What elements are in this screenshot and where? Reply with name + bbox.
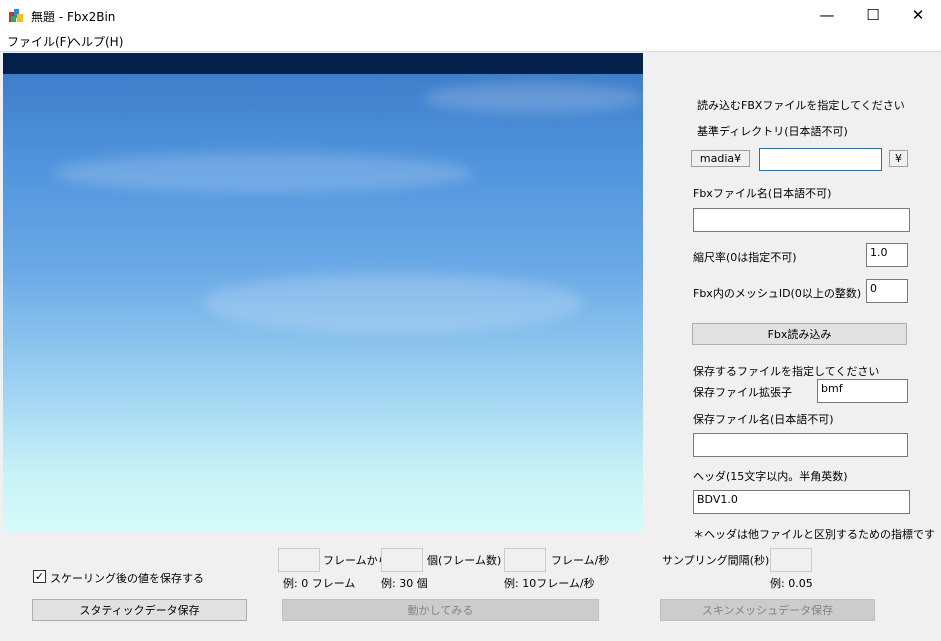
example-sampling: 例: 0.05 xyxy=(770,577,813,590)
app-icon xyxy=(9,9,23,22)
viewport-top-band xyxy=(3,53,643,74)
skin-save-button[interactable]: スキンメッシュデータ保存 xyxy=(660,599,875,621)
sampling-label: サンプリング間隔(秒) xyxy=(662,554,770,567)
minimize-icon: — xyxy=(819,6,835,24)
frame-count-label: 個(フレーム数) xyxy=(427,554,502,567)
save-name-input[interactable] xyxy=(693,433,908,457)
title-bar xyxy=(0,0,941,30)
fbx-name-input[interactable] xyxy=(693,208,910,232)
sampling-input[interactable] xyxy=(770,548,812,572)
fbx-name-label: Fbxファイル名(日本語不可) xyxy=(693,187,832,200)
ext-input[interactable]: bmf xyxy=(817,379,908,403)
scaling-checkbox[interactable]: ✓ xyxy=(33,570,46,583)
base-dir-suffix: ¥ xyxy=(889,150,908,167)
mesh-id-input[interactable]: 0 xyxy=(866,279,908,303)
render-viewport[interactable] xyxy=(3,53,643,532)
example-fps: 例: 10フレーム/秒 xyxy=(504,577,595,590)
fps-label: フレーム/秒 xyxy=(551,554,610,567)
scale-input[interactable]: 1.0 xyxy=(866,243,908,267)
frame-from-input[interactable] xyxy=(278,548,320,572)
base-dir-prefix: madia¥ xyxy=(691,150,750,167)
minimize-button[interactable]: — xyxy=(804,0,850,30)
save-heading: 保存するファイルを指定してください xyxy=(693,365,880,378)
maximize-icon: ☐ xyxy=(866,6,880,24)
ext-label: 保存ファイル拡張子 xyxy=(693,386,792,399)
menu-help[interactable]: ヘルプ(H) xyxy=(69,33,123,50)
base-dir-input[interactable] xyxy=(759,148,882,171)
close-button[interactable]: ✕ xyxy=(895,0,941,30)
fps-input[interactable] xyxy=(504,548,546,572)
close-icon: ✕ xyxy=(911,6,925,24)
static-save-button[interactable]: スタティックデータ保存 xyxy=(32,599,247,621)
fbx-load-button[interactable]: Fbx読み込み xyxy=(692,323,907,345)
header-label: ヘッダ(15文字以内。半角英数) xyxy=(693,470,848,483)
load-heading: 読み込むFBXファイルを指定してください xyxy=(697,99,905,112)
header-note: ＊ヘッダは他ファイルと区別するための指標です xyxy=(693,528,935,541)
maximize-button[interactable]: ☐ xyxy=(850,0,896,30)
header-input[interactable]: BDV1.0 xyxy=(693,490,910,514)
example-frame-count: 例: 30 個 xyxy=(381,577,428,590)
frame-from-label: フレームから xyxy=(323,554,389,567)
scaling-checkbox-label[interactable]: スケーリング後の値を保存する xyxy=(50,570,204,586)
frame-count-input[interactable] xyxy=(381,548,423,572)
window-title: 無題 - Fbx2Bin xyxy=(31,10,116,24)
example-frame-from: 例: 0 フレーム xyxy=(283,577,356,590)
animate-button[interactable]: 動かしてみる xyxy=(282,599,599,621)
menu-file[interactable]: ファイル(F) xyxy=(7,33,71,50)
scale-label: 縮尺率(0は指定不可) xyxy=(693,251,797,264)
base-dir-label: 基準ディレクトリ(日本語不可) xyxy=(697,125,848,138)
mesh-id-label: Fbx内のメッシュID(0以上の整数) xyxy=(693,287,862,300)
save-name-label: 保存ファイル名(日本語不可) xyxy=(693,413,834,426)
menu-bar xyxy=(0,30,941,52)
